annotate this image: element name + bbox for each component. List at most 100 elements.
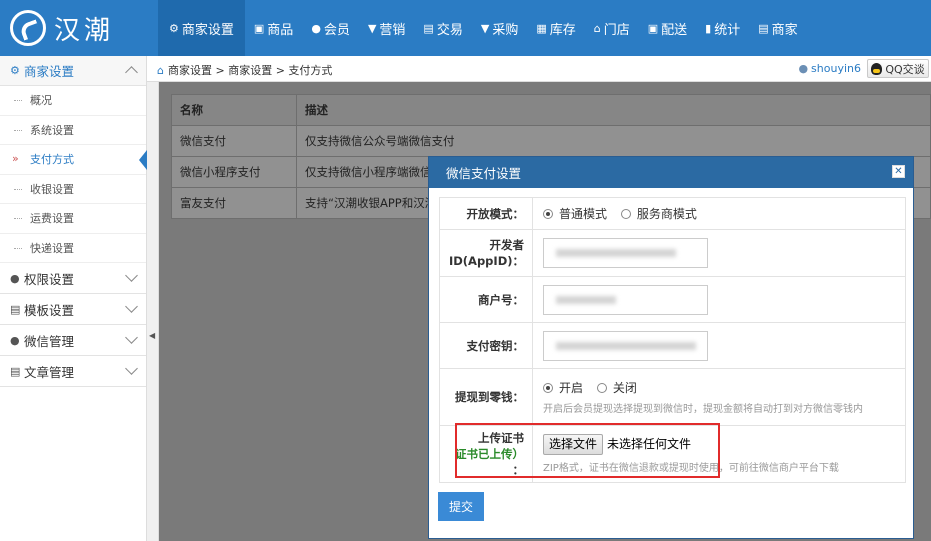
- merchant-icon: ▤: [758, 21, 769, 35]
- radio-label[interactable]: 开启: [559, 381, 583, 395]
- sidebar-item-overview[interactable]: 概况: [0, 86, 146, 116]
- radio-label[interactable]: 关闭: [613, 381, 637, 395]
- trade-icon: ▤: [423, 21, 434, 35]
- radio-label[interactable]: 服务商模式: [637, 207, 697, 221]
- chevron-down-icon: [125, 300, 138, 313]
- topnav-trade[interactable]: ▤ 交易: [414, 0, 471, 56]
- topnav-marketing[interactable]: ▼ 营销: [359, 0, 414, 56]
- app-logo[interactable]: 汉潮: [10, 8, 150, 48]
- column-header-description: 描述: [296, 94, 931, 126]
- gear-icon: ⚙: [10, 64, 20, 77]
- collapse-arrow-icon: ◀: [149, 331, 156, 340]
- delivery-icon: ▣: [647, 21, 659, 35]
- topnav-label: 交易: [436, 22, 463, 38]
- topnav-stock[interactable]: ▦ 库存: [527, 0, 584, 56]
- radio-enable[interactable]: [543, 383, 553, 393]
- sidebar-item-payment-methods[interactable]: 支付方式: [0, 145, 147, 175]
- form-row-mode: 开放模式： 普通模式 服务商模式: [439, 197, 906, 230]
- gear-icon: ⚙: [169, 21, 179, 35]
- chevron-down-icon: [125, 269, 138, 282]
- dialog-header: 微信支付设置 ✕: [429, 157, 913, 188]
- form-row-mchid: 商户号：: [439, 276, 906, 323]
- top-bar: 汉潮 ⚙ 商家设置 ▣ 商品 ● 会员 ▼ 营销 ▤ 交易 ▼ 采购 ▦ 库存 ⌂ 门店 ▣ 配送…: [0, 0, 931, 56]
- mchid-label: 商户号：: [439, 276, 533, 323]
- mode-label: 开放模式：: [439, 197, 533, 230]
- form-row-withdraw: 提现到零钱： 开启 关闭 开启后会员提现选择提现到微信时，提现金额将自动打到对方…: [439, 368, 906, 426]
- topnav-label: 采购: [492, 22, 519, 38]
- sidebar-group-label: 文章管理: [24, 364, 75, 380]
- topnav-members[interactable]: ● 会员: [302, 0, 359, 56]
- topnav-label: 营销: [379, 22, 406, 38]
- form-row-paykey: 支付密钥：: [439, 322, 906, 369]
- topnav-merchant[interactable]: ▤ 商家: [749, 0, 806, 56]
- appid-label: 开发者 ID(AppID)：: [439, 229, 533, 277]
- radio-service-provider-mode[interactable]: [620, 209, 631, 219]
- mchid-input[interactable]: [543, 284, 708, 315]
- sidebar-item-express[interactable]: 快递设置: [0, 234, 146, 263]
- logo-text: 汉潮: [54, 15, 115, 46]
- column-header-name: 名称: [171, 94, 297, 126]
- active-pointer-icon: [139, 150, 147, 170]
- radio-disable[interactable]: [596, 383, 607, 393]
- chevron-down-icon: [125, 331, 138, 344]
- radio-normal-mode[interactable]: [543, 209, 553, 219]
- topnav-merchant-settings[interactable]: ⚙ 商家设置: [158, 0, 245, 56]
- sidebar-group-permissions[interactable]: ● 权限设置: [0, 263, 146, 294]
- chevron-down-icon: [125, 66, 138, 79]
- stats-icon: ▮: [705, 21, 712, 35]
- user-info[interactable]: ● shouyin6: [798, 62, 861, 75]
- key-icon: ●: [10, 271, 20, 285]
- withdraw-options: 开启 关闭: [543, 379, 905, 396]
- table-header-row: 名称 描述: [171, 94, 931, 126]
- submit-button[interactable]: 提交: [438, 492, 484, 521]
- close-icon[interactable]: ✕: [892, 165, 905, 178]
- topnav-purchase[interactable]: ▼ 采购: [472, 0, 527, 56]
- article-icon: ▤: [10, 364, 21, 378]
- table-cell: 富友支付: [171, 187, 297, 219]
- sidebar-group-wechat[interactable]: ● 微信管理: [0, 325, 146, 356]
- sidebar-item-cashier-settings[interactable]: 收银设置: [0, 175, 146, 204]
- radio-label[interactable]: 普通模式: [559, 207, 607, 221]
- store-icon: ⌂: [593, 21, 601, 35]
- qq-chat-button[interactable]: QQ交谈: [867, 59, 929, 78]
- username: shouyin6: [811, 62, 861, 75]
- sidebar-item-label: 收银设置: [30, 182, 74, 196]
- marketing-icon: ▼: [367, 21, 377, 35]
- topnav-stats[interactable]: ▮ 统计: [696, 0, 749, 56]
- topnav-label: 统计: [714, 22, 741, 38]
- qq-icon: [871, 62, 883, 75]
- redacted-value: [556, 341, 696, 350]
- table-cell: 微信小程序支付: [171, 156, 297, 188]
- sidebar-item-system-settings[interactable]: 系统设置: [0, 116, 146, 145]
- top-nav: ⚙ 商家设置 ▣ 商品 ● 会员 ▼ 营销 ▤ 交易 ▼ 采购 ▦ 库存 ⌂ 门店 ▣ 配送 ▮ 统…: [158, 0, 807, 56]
- mchid-cell: [532, 276, 906, 323]
- sidebar-item-label: 支付方式: [30, 153, 74, 167]
- paykey-cell: [532, 322, 906, 369]
- topnav-label: 会员: [323, 22, 350, 38]
- paykey-input[interactable]: [543, 330, 708, 361]
- qq-label: QQ交谈: [885, 62, 925, 76]
- sidebar-item-label: 运费设置: [30, 212, 74, 226]
- table-cell: 微信支付: [171, 125, 297, 157]
- table-row[interactable]: 微信支付 仅支持微信公众号端微信支付: [171, 125, 931, 157]
- highlight-annotation-box: [455, 423, 720, 478]
- logo-icon: [10, 10, 46, 46]
- sidebar-group-label: 模板设置: [24, 302, 75, 318]
- appid-input[interactable]: [543, 238, 708, 268]
- topnav-store[interactable]: ⌂ 门店: [585, 0, 639, 56]
- topnav-goods[interactable]: ▣ 商品: [245, 0, 302, 56]
- sidebar-group-merchant-settings[interactable]: ⚙ 商家设置: [0, 56, 146, 86]
- paykey-label: 支付密钥：: [439, 322, 533, 369]
- topnav-label: 配送: [661, 22, 688, 38]
- template-icon: ▤: [10, 302, 21, 316]
- sidebar-collapse-handle[interactable]: ◀: [147, 56, 159, 541]
- topnav-label: 库存: [549, 22, 576, 38]
- breadcrumb-text[interactable]: 商家设置 > 商家设置 > 支付方式: [168, 62, 332, 78]
- sidebar-group-templates[interactable]: ▤ 模板设置: [0, 294, 146, 325]
- topnav-delivery[interactable]: ▣ 配送: [639, 0, 696, 56]
- sidebar-group-articles[interactable]: ▤ 文章管理: [0, 356, 146, 387]
- sidebar-item-label: 概况: [30, 94, 52, 108]
- sidebar-item-shipping-fee[interactable]: 运费设置: [0, 204, 146, 234]
- withdraw-hint: 开启后会员提现选择提现到微信时，提现金额将自动打到对方微信零钱内: [543, 404, 863, 415]
- home-icon[interactable]: ⌂: [157, 64, 164, 77]
